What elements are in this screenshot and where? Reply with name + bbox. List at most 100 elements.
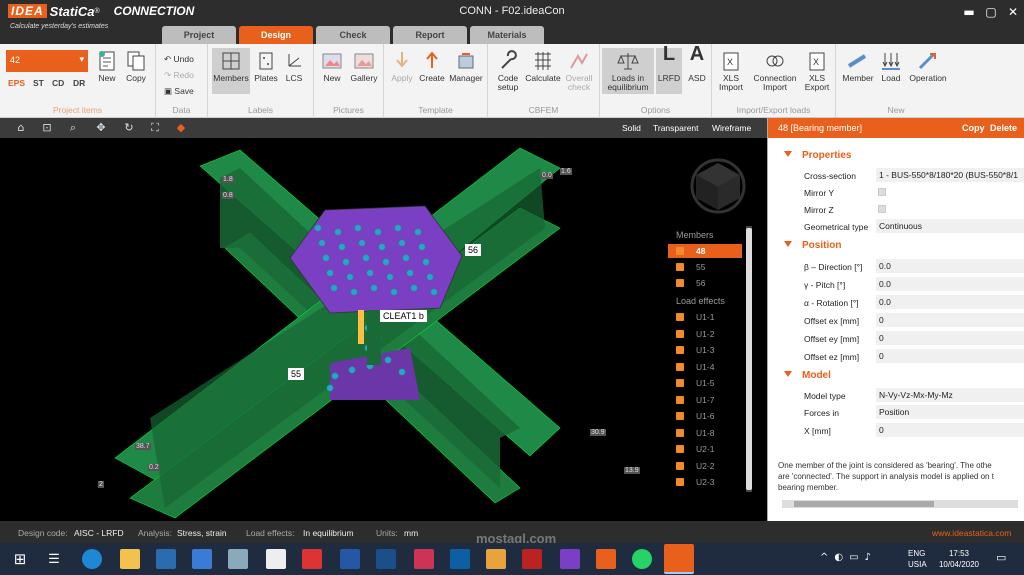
alpha-field[interactable]: 0.0 <box>876 295 1024 309</box>
checkbox-icon[interactable] <box>676 428 684 437</box>
x-field[interactable]: 0 <box>876 423 1024 437</box>
task-view-icon[interactable]: ☰ <box>44 549 64 569</box>
member-list-scroll-thumb[interactable] <box>746 228 752 490</box>
zoom-window-icon[interactable]: ⊡ <box>40 121 54 135</box>
list-item-load-effect[interactable]: U1-8 <box>668 426 742 440</box>
list-item-load-effect[interactable]: U1-5 <box>668 376 742 390</box>
xls-export-button[interactable]: X XLS Export <box>802 50 832 92</box>
new-item-button[interactable]: New <box>94 50 120 83</box>
lcs-label-button[interactable]: LCS <box>282 50 306 83</box>
offset-ez-field[interactable]: 0 <box>876 349 1024 363</box>
view-cube[interactable] <box>690 158 746 214</box>
app-icon[interactable] <box>560 549 580 569</box>
list-item-load-effect[interactable]: U2-3 <box>668 475 742 489</box>
calculator-icon[interactable] <box>266 549 286 569</box>
panel-scroll-thumb[interactable] <box>794 501 934 507</box>
plates-label-button[interactable]: Plates <box>254 50 278 83</box>
mirror-y-checkbox[interactable] <box>878 188 886 196</box>
app-icon[interactable] <box>228 549 248 569</box>
mode-solid[interactable]: Solid <box>622 123 641 133</box>
mode-transparent[interactable]: Transparent <box>653 123 699 133</box>
checkbox-icon[interactable] <box>676 445 684 453</box>
list-item-load-effect[interactable]: U1-4 <box>668 360 742 374</box>
cleat[interactable] <box>358 310 364 344</box>
list-item-load-effect[interactable]: U1-2 <box>668 327 742 341</box>
list-item-member[interactable]: 55 <box>668 260 742 274</box>
whatsapp-icon[interactable] <box>632 549 652 569</box>
calculate-button[interactable]: Calculate <box>524 50 562 83</box>
home-view-icon[interactable]: ⌂ <box>14 121 28 135</box>
maximize-icon[interactable]: ▢ <box>984 5 998 19</box>
app-icon[interactable] <box>340 549 360 569</box>
project-item-select[interactable]: 42 ▾ <box>6 50 88 72</box>
offset-ey-field[interactable]: 0 <box>876 331 1024 345</box>
position-section-header[interactable]: Position <box>784 240 841 251</box>
checkbox-icon[interactable] <box>676 263 684 271</box>
lrfd-toggle[interactable]: L LRFD <box>656 44 682 94</box>
minimize-icon[interactable]: ▬ <box>962 5 976 19</box>
geometrical-type-select[interactable]: Continuous <box>876 219 1024 233</box>
checkbox-icon[interactable] <box>676 247 684 255</box>
loads-equilibrium-toggle[interactable]: Loads in equilibrium <box>602 48 654 94</box>
mail-icon[interactable] <box>192 549 212 569</box>
kind-st[interactable]: ST <box>33 78 44 88</box>
idea-connection-taskbar-icon[interactable] <box>664 544 694 574</box>
new-load-button[interactable]: Load <box>878 50 904 83</box>
offset-ex-field[interactable]: 0 <box>876 313 1024 327</box>
website-link[interactable]: www.ideastatica.com <box>932 528 1011 538</box>
tab-report[interactable]: Report <box>393 26 467 44</box>
mode-wireframe[interactable]: Wireframe <box>712 123 751 133</box>
app-icon[interactable] <box>486 549 506 569</box>
kind-cd[interactable]: CD <box>52 78 64 88</box>
app-icon[interactable] <box>414 549 434 569</box>
language-indicator[interactable]: ENG USIA <box>908 548 927 570</box>
tab-check[interactable]: Check <box>316 26 390 44</box>
app-icon[interactable] <box>376 549 396 569</box>
forces-in-select[interactable]: Position <box>876 405 1024 419</box>
screenshot-icon[interactable]: ◆ <box>174 121 188 135</box>
tab-project[interactable]: Project <box>162 26 236 44</box>
kind-eps[interactable]: EPS <box>8 78 25 88</box>
apply-template-button[interactable]: Apply <box>388 50 416 83</box>
asd-toggle[interactable]: A ASD <box>684 44 710 83</box>
list-item-member[interactable]: 48 <box>668 244 742 258</box>
list-item-load-effect[interactable]: U1-6 <box>668 409 742 423</box>
app-icon[interactable] <box>522 549 542 569</box>
list-item-load-effect[interactable]: U1-1 <box>668 310 742 324</box>
model-section-header[interactable]: Model <box>784 370 831 381</box>
list-item-load-effect[interactable]: U1-7 <box>668 393 742 407</box>
gamma-field[interactable]: 0.0 <box>876 277 1024 291</box>
redo-button[interactable]: ↷ Redo <box>164 70 194 81</box>
checkbox-icon[interactable] <box>676 279 684 287</box>
connection-import-button[interactable]: Connection Import <box>750 50 800 92</box>
checkbox-icon[interactable] <box>676 329 684 338</box>
list-item-member[interactable]: 56 <box>668 276 742 290</box>
edge-icon[interactable] <box>82 549 102 569</box>
checkbox-icon[interactable] <box>676 346 684 354</box>
app-icon[interactable] <box>450 549 470 569</box>
checkbox-icon[interactable] <box>676 461 684 470</box>
picture-new-button[interactable]: New <box>320 50 344 83</box>
windows-start-icon[interactable]: ⊞ <box>10 549 30 569</box>
tab-design[interactable]: Design <box>239 26 313 44</box>
copy-item-button[interactable]: Copy <box>123 50 149 83</box>
checkbox-icon[interactable] <box>676 478 684 486</box>
list-item-load-effect[interactable]: U2-1 <box>668 442 742 456</box>
gallery-button[interactable]: Gallery <box>348 50 380 83</box>
checkbox-icon[interactable] <box>676 412 684 420</box>
mirror-z-checkbox[interactable] <box>878 205 886 213</box>
beta-field[interactable]: 0.0 <box>876 259 1024 273</box>
checkbox-icon[interactable] <box>676 395 684 404</box>
rotate-icon[interactable]: ↻ <box>122 121 136 135</box>
app-icon[interactable] <box>302 549 322 569</box>
tab-materials[interactable]: Materials <box>470 26 544 44</box>
new-member-button[interactable]: Member <box>840 50 876 83</box>
code-setup-button[interactable]: Code setup <box>492 50 524 92</box>
undo-button[interactable]: ↶ Undo <box>164 54 194 65</box>
system-tray-icons[interactable]: ^◐▭♪ <box>820 552 877 563</box>
kind-dr[interactable]: DR <box>73 78 85 88</box>
checkbox-icon[interactable] <box>676 313 684 321</box>
notifications-icon[interactable]: ▭ <box>996 551 1006 564</box>
create-template-button[interactable]: Create <box>418 50 446 83</box>
copy-member-button[interactable]: Copy <box>962 123 985 133</box>
